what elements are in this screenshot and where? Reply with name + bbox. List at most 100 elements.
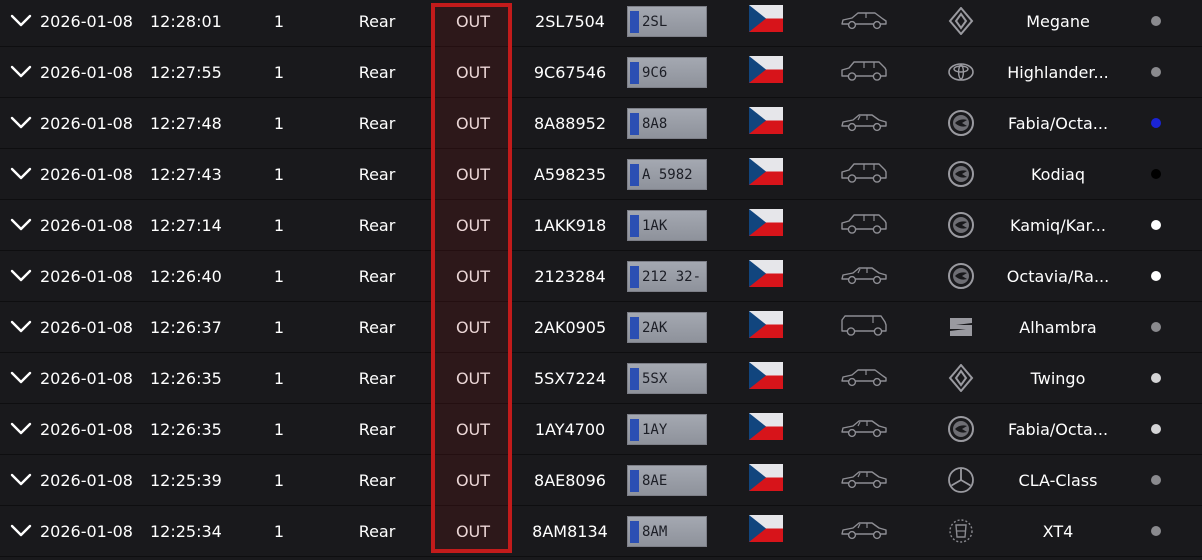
eu-band-icon <box>630 521 639 543</box>
plate-image[interactable]: 8AE 8096 <box>627 465 707 496</box>
table-row[interactable]: 2026-01-08 12:27:14 1 Rear OUT 1AKK918 Kamiq/K… <box>0 201 1202 251</box>
table-row[interactable]: 2026-01-08 12:26:40 1 Rear OUT 2123284 Octavia… <box>0 252 1202 302</box>
chevron-down-icon[interactable] <box>10 165 32 181</box>
plate-image[interactable]: 8A8 8952 <box>627 108 707 139</box>
table-row[interactable]: 2026-01-08 12:25:39 1 Rear OUT 8AE8096 CLA-Cla… <box>0 456 1202 506</box>
suv-icon <box>839 162 889 184</box>
van-icon <box>839 315 889 337</box>
skoda-logo-icon <box>947 211 975 239</box>
plate-image[interactable]: 1AY 4700 <box>627 414 707 445</box>
cz-flag-icon <box>749 209 783 236</box>
date-cell: 2026-01-08 <box>40 471 133 490</box>
table-row[interactable]: 2026-01-08 12:27:55 1 Rear OUT 9C67546 Highlan… <box>0 48 1202 98</box>
date-cell: 2026-01-08 <box>40 420 133 439</box>
table-row[interactable]: 2026-01-08 12:26:35 1 Rear OUT 5SX7224 Twingo 5… <box>0 354 1202 404</box>
chevron-down-icon[interactable] <box>10 216 32 232</box>
lane-cell: 1 <box>273 471 285 490</box>
eu-band-icon <box>630 470 639 492</box>
cz-flag-icon <box>749 413 783 440</box>
plate-number-cell: 8A88952 <box>533 114 607 133</box>
lane-cell: 1 <box>273 267 285 286</box>
plate-image[interactable]: A 5982 35 <box>627 159 707 190</box>
direction-cell: OUT <box>455 63 491 82</box>
toyota-logo-icon <box>947 58 975 86</box>
table-row[interactable]: 2026-01-08 12:27:43 1 Rear OUT A598235 Kodiaq A… <box>0 150 1202 200</box>
plate-image[interactable]: 212 32-84 <box>627 261 707 292</box>
plate-image[interactable]: 2AK 0905 <box>627 312 707 343</box>
date-cell: 2026-01-08 <box>40 216 133 235</box>
plate-image-text: 8AM 8134 <box>642 524 668 540</box>
chevron-down-icon[interactable] <box>10 267 32 283</box>
table-row[interactable]: 2026-01-08 12:26:37 1 Rear OUT 2AK0905 Alhambr… <box>0 303 1202 353</box>
table-row[interactable]: 2026-01-08 12:26:35 1 Rear OUT 1AY4700 Fabia/O… <box>0 405 1202 455</box>
time-cell: 12:27:43 <box>150 165 222 184</box>
chevron-down-icon[interactable] <box>10 114 32 130</box>
plate-image[interactable]: 8AM 8134 <box>627 516 707 547</box>
chevron-down-icon[interactable] <box>10 471 32 487</box>
chevron-down-icon[interactable] <box>10 318 32 334</box>
direction-cell: OUT <box>455 165 491 184</box>
skoda-logo-icon <box>947 262 975 290</box>
camera-cell: Rear <box>358 114 396 133</box>
cz-flag-icon <box>749 158 783 185</box>
cz-flag-icon <box>749 107 783 134</box>
plate-image[interactable]: 1AK K918 <box>627 210 707 241</box>
lane-cell: 1 <box>273 369 285 388</box>
chevron-down-icon[interactable] <box>10 369 32 385</box>
chevron-down-icon[interactable] <box>10 522 32 538</box>
time-cell: 12:27:48 <box>150 114 222 133</box>
time-cell: 12:26:35 <box>150 420 222 439</box>
chevron-down-icon[interactable] <box>10 12 32 28</box>
table-row[interactable]: 2026-01-08 12:27:48 1 Rear OUT 8A88952 Fabia/O… <box>0 99 1202 149</box>
date-cell: 2026-01-08 <box>40 12 133 31</box>
camera-cell: Rear <box>358 420 396 439</box>
lane-cell: 1 <box>273 420 285 439</box>
vehicle-color-dot <box>1151 169 1161 179</box>
date-cell: 2026-01-08 <box>40 522 133 541</box>
eu-band-icon <box>630 419 639 441</box>
time-cell: 12:27:55 <box>150 63 222 82</box>
sedan-icon <box>839 519 889 541</box>
cz-flag-icon <box>749 464 783 491</box>
model-cell: Octavia/Ra... <box>1006 267 1110 286</box>
vehicle-color-dot <box>1151 67 1161 77</box>
plate-number-cell: 1AY4700 <box>534 420 606 439</box>
lane-cell: 1 <box>273 12 285 31</box>
plate-image-text: 8A8 8952 <box>642 116 668 132</box>
detections-table: 2026-01-08 12:28:01 1 Rear OUT 2SL7504 Megane 2… <box>0 0 1202 560</box>
camera-cell: Rear <box>358 318 396 337</box>
time-cell: 12:27:14 <box>150 216 222 235</box>
sedan-icon <box>839 468 889 490</box>
plate-number-cell: 8AM8134 <box>532 522 608 541</box>
model-cell: Kamiq/Kar... <box>1010 216 1106 235</box>
hatchback-icon <box>839 366 889 388</box>
time-cell: 12:26:40 <box>150 267 222 286</box>
camera-cell: Rear <box>358 471 396 490</box>
lane-cell: 1 <box>273 114 285 133</box>
chevron-down-icon[interactable] <box>10 63 32 79</box>
plate-image[interactable]: 2SL 7504 <box>627 6 707 37</box>
cz-flag-icon <box>749 362 783 389</box>
plate-image[interactable]: 5SX 7224 <box>627 363 707 394</box>
table-row[interactable]: 2026-01-08 12:28:01 1 Rear OUT 2SL7504 Megane 2… <box>0 0 1202 47</box>
plate-number-cell: 1AKK918 <box>533 216 607 235</box>
time-cell: 12:26:35 <box>150 369 222 388</box>
cz-flag-icon <box>749 56 783 83</box>
direction-cell: OUT <box>455 369 491 388</box>
skoda-logo-icon <box>947 415 975 443</box>
plate-number-cell: 2123284 <box>534 267 606 286</box>
plate-number-cell: 2SL7504 <box>535 12 605 31</box>
plate-image[interactable]: 9C6 7546 <box>627 57 707 88</box>
time-cell: 12:25:39 <box>150 471 222 490</box>
chevron-down-icon[interactable] <box>10 420 32 436</box>
plate-number-cell: A598235 <box>533 165 607 184</box>
camera-cell: Rear <box>358 267 396 286</box>
eu-band-icon <box>630 62 639 84</box>
model-cell: Fabia/Octa... <box>1007 420 1109 439</box>
mercedes-logo-icon <box>947 466 975 494</box>
model-cell: Fabia/Octa... <box>1007 114 1109 133</box>
lane-cell: 1 <box>273 165 285 184</box>
eu-band-icon <box>630 215 639 237</box>
vehicle-color-dot <box>1151 322 1161 332</box>
table-row[interactable]: 2026-01-08 12:25:34 1 Rear OUT 8AM8134 XT4 8AM … <box>0 507 1202 557</box>
